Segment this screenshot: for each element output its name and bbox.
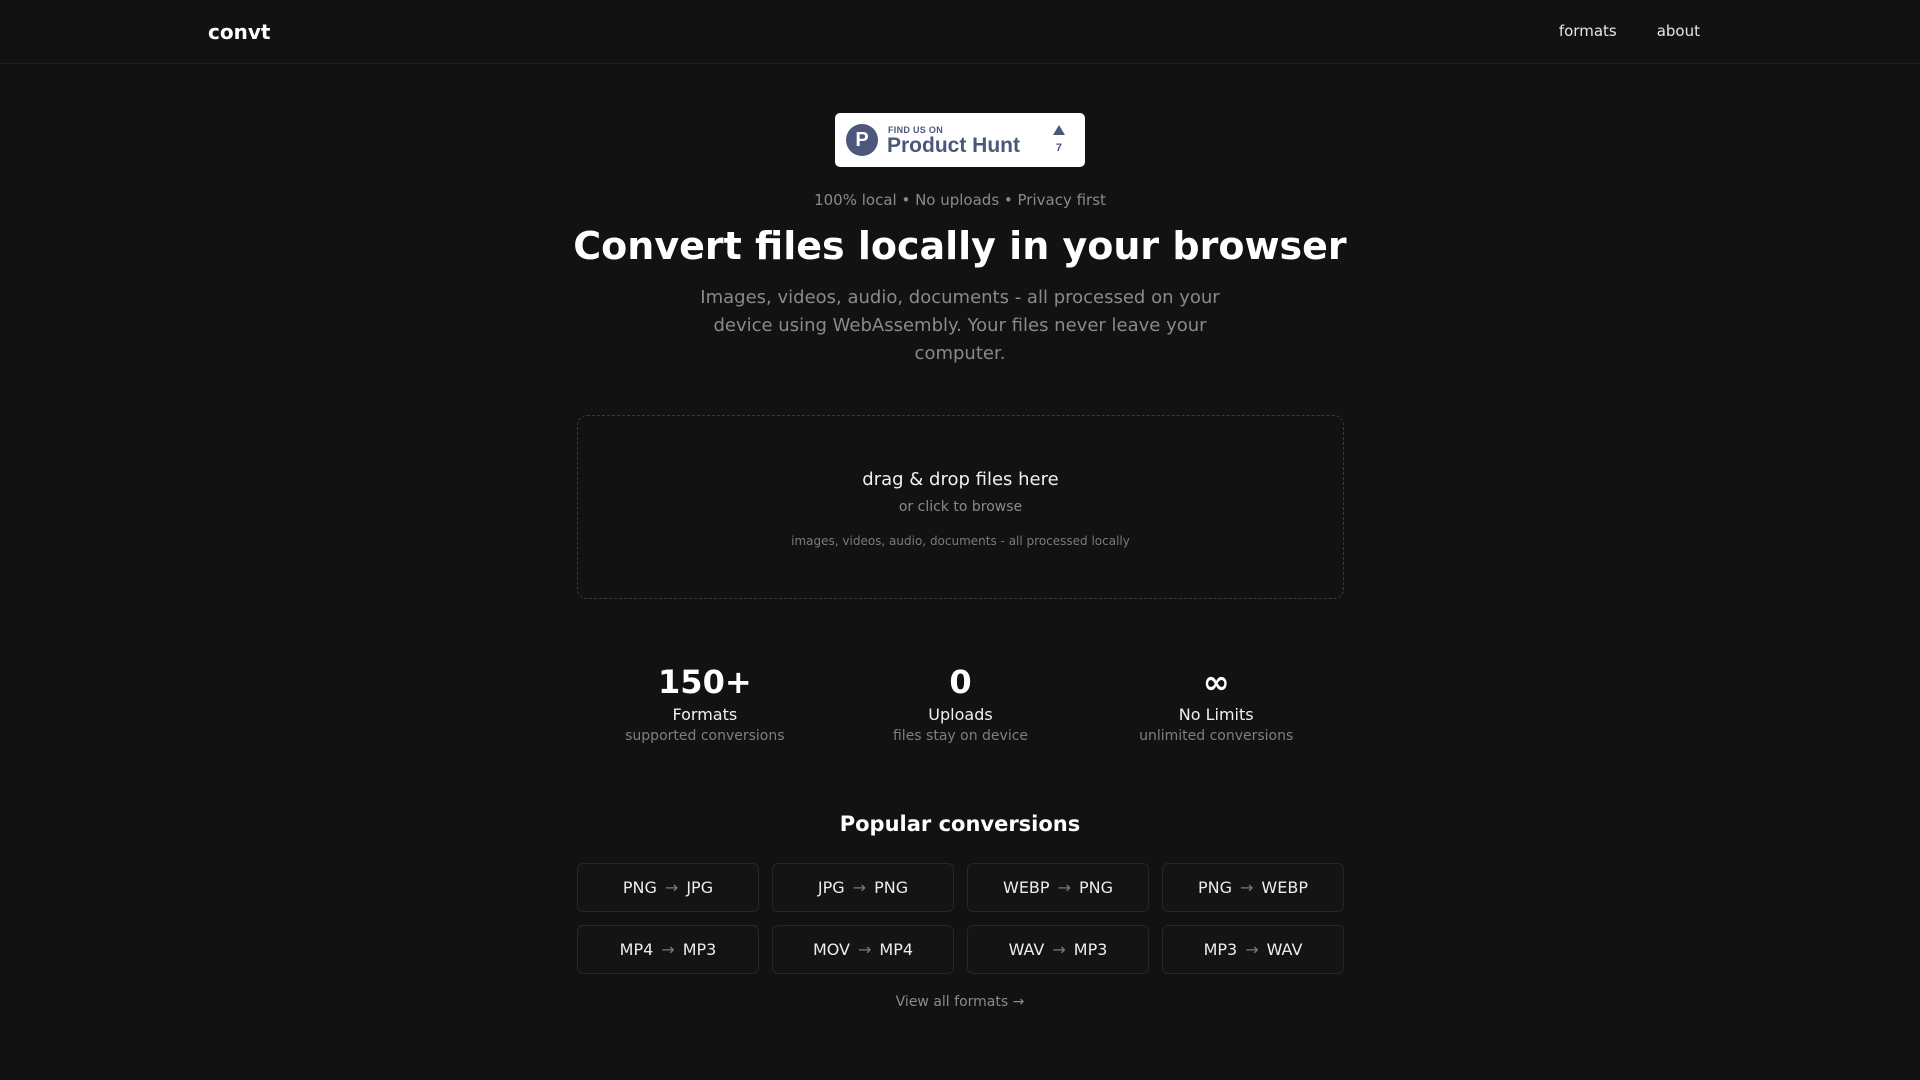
conversion-mp4-to-mp3-button[interactable]: MP4 → MP3 <box>577 925 759 974</box>
conversion-from: MP4 <box>619 940 654 959</box>
view-all-formats-link[interactable]: View all formats → <box>0 994 1920 1010</box>
stat-value: 150+ <box>658 663 752 701</box>
conversion-to: MP4 <box>879 940 914 959</box>
conversion-to: WEBP <box>1261 878 1308 897</box>
arrow-right-icon: → <box>1057 878 1071 897</box>
stat-uploads: 0 Uploads files stay on device <box>833 660 1089 746</box>
stats-row: 150+ Formats supported conversions 0 Upl… <box>577 660 1344 746</box>
stat-description: supported conversions <box>625 728 785 744</box>
conversion-to: PNG <box>1078 878 1113 897</box>
top-header: convt formats about <box>0 0 1920 64</box>
logo-link[interactable]: convt <box>208 20 270 44</box>
top-nav: formats about <box>1559 22 1700 40</box>
stat-label: Uploads <box>928 705 993 724</box>
arrow-right-icon: → <box>852 878 867 897</box>
upvote-triangle-icon <box>1053 125 1065 135</box>
stat-value: 0 <box>949 663 972 701</box>
stat-formats: 150+ Formats supported conversions <box>577 660 833 746</box>
conversion-from: WEBP <box>1003 878 1050 897</box>
nav-link-formats[interactable]: formats <box>1559 22 1617 40</box>
conversion-to: JPG <box>686 878 714 897</box>
file-dropzone[interactable]: drag & drop files here or click to brows… <box>577 415 1344 599</box>
arrow-right-icon: → <box>661 940 675 959</box>
stat-value: ∞ <box>1202 663 1230 701</box>
conversion-from: PNG <box>622 878 657 897</box>
conversion-png-to-webp-button[interactable]: PNG → WEBP <box>1162 863 1344 912</box>
conversion-from: MOV <box>812 940 850 959</box>
stat-label: No Limits <box>1178 705 1254 724</box>
hero-title: Convert files locally in your browser <box>573 224 1347 268</box>
conversion-to: MP3 <box>1073 940 1108 959</box>
arrow-right-icon: → <box>664 878 679 897</box>
hero-tagline: 100% local • No uploads • Privacy first <box>814 191 1106 209</box>
arrow-right-icon: → <box>1240 878 1254 897</box>
stat-description: unlimited conversions <box>1139 728 1294 744</box>
arrow-right-icon: → <box>1052 940 1066 959</box>
hero-subtitle: Images, videos, audio, documents - all p… <box>700 287 1220 364</box>
product-hunt-badge[interactable]: P FIND US ON Product Hunt 7 <box>835 113 1085 167</box>
conversion-jpg-to-png-button[interactable]: JPG → PNG <box>772 863 954 912</box>
product-hunt-logo-icon: P <box>846 124 878 156</box>
conversion-to: WAV <box>1266 940 1303 959</box>
conversion-mov-to-mp4-button[interactable]: MOV → MP4 <box>772 925 954 974</box>
conversion-webp-to-png-button[interactable]: WEBP → PNG <box>967 863 1149 912</box>
dropzone-note: images, videos, audio, documents - all p… <box>791 534 1130 548</box>
stat-label: Formats <box>672 705 738 724</box>
nav-link-about[interactable]: about <box>1657 22 1700 40</box>
dropzone-browse-text: or click to browse <box>898 499 1023 515</box>
conversion-from: JPG <box>817 878 845 897</box>
conversion-from: WAV <box>1008 940 1045 959</box>
conversion-from: PNG <box>1198 878 1233 897</box>
popular-conversions-grid: PNG → JPG JPG → PNG WEBP → PNG PNG → WEBP MP4 → MP… <box>577 863 1344 974</box>
product-hunt-name: Product Hunt <box>887 134 1020 157</box>
arrow-right-icon: → <box>1245 940 1259 959</box>
conversion-from: MP3 <box>1203 940 1238 959</box>
conversion-to: MP3 <box>682 940 717 959</box>
arrow-right-icon: → <box>858 940 872 959</box>
stat-description: files stay on device <box>892 728 1029 744</box>
upvote-count: 7 <box>1055 142 1062 154</box>
conversion-mp3-to-wav-button[interactable]: MP3 → WAV <box>1162 925 1344 974</box>
dropzone-title: drag & drop files here <box>862 469 1059 490</box>
popular-conversions-heading: Popular conversions <box>839 812 1081 836</box>
conversion-png-to-jpg-button[interactable]: PNG → JPG <box>577 863 759 912</box>
conversion-to: PNG <box>874 878 909 897</box>
stat-no-limits: ∞ No Limits unlimited conversions <box>1088 660 1344 746</box>
conversion-wav-to-mp3-button[interactable]: WAV → MP3 <box>967 925 1149 974</box>
